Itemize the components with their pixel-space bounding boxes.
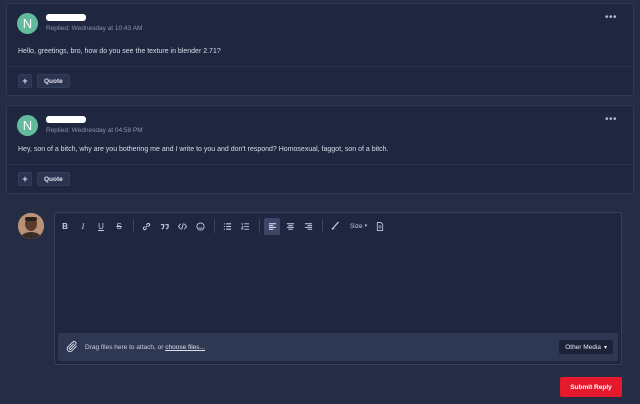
choose-files-link[interactable]: choose files... [165, 344, 205, 351]
code-icon[interactable] [174, 218, 190, 235]
multi-quote-button[interactable]: + [18, 172, 32, 186]
submit-reply-button[interactable]: Submit Reply [560, 377, 622, 397]
post-card: N Replied: Wednesday at 04:58 PM ••• Hey… [6, 105, 634, 194]
avatar[interactable]: N [17, 13, 38, 34]
document-icon[interactable] [372, 218, 388, 235]
caret-down-icon: ▾ [603, 344, 607, 351]
quote-button[interactable]: Quote [37, 74, 70, 88]
other-media-button[interactable]: Other Media ▾ [559, 340, 613, 354]
numbered-list-icon[interactable] [237, 218, 253, 235]
toolbar-separator [133, 219, 134, 233]
italic-button[interactable]: I [75, 218, 91, 235]
underline-button[interactable]: U [93, 218, 109, 235]
post-header: N Replied: Wednesday at 10:43 AM [17, 13, 142, 34]
avatar[interactable]: N [17, 115, 38, 136]
bullet-list-icon[interactable] [219, 218, 235, 235]
divider [7, 66, 633, 67]
multi-quote-button[interactable]: + [18, 74, 32, 88]
divider [7, 164, 633, 165]
align-left-icon[interactable] [264, 217, 280, 235]
post-card: N Replied: Wednesday at 10:43 AM ••• Hel… [6, 3, 634, 96]
other-media-label: Other Media [565, 343, 601, 351]
bold-button[interactable]: B [57, 218, 73, 235]
quote-button[interactable]: Quote [37, 172, 70, 186]
username-redacted[interactable] [46, 14, 86, 21]
font-size-dropdown[interactable]: Size ▾ [345, 218, 372, 235]
post-date: Replied: Wednesday at 10:43 AM [46, 25, 143, 32]
attach-label: Drag files here to attach, or [85, 344, 166, 351]
paperclip-icon [66, 340, 79, 358]
post-meta: Replied: Wednesday at 04:58 PM [46, 116, 143, 134]
post-menu-icon[interactable]: ••• [605, 115, 617, 125]
link-icon[interactable] [138, 218, 154, 235]
attachment-dropzone[interactable]: Drag files here to attach, or choose fil… [58, 333, 618, 361]
toolbar-separator [322, 219, 323, 233]
username-redacted[interactable] [46, 116, 86, 123]
smiley-icon[interactable] [192, 218, 208, 235]
attach-instructions: Drag files here to attach, or choose fil… [85, 344, 205, 351]
quote-icon[interactable] [156, 218, 172, 235]
paint-brush-icon[interactable] [327, 218, 343, 235]
font-size-label: Size [350, 222, 363, 230]
post-meta: Replied: Wednesday at 10:43 AM [46, 14, 142, 32]
align-center-icon[interactable] [282, 218, 298, 235]
post-menu-icon[interactable]: ••• [605, 13, 617, 23]
avatar-photo-icon [18, 213, 44, 239]
post-actions: + Quote [18, 74, 70, 88]
editor-toolbar: B I U S Size ▾ [57, 216, 390, 236]
post-header: N Replied: Wednesday at 04:58 PM [17, 115, 143, 136]
post-body: Hey, son of a bitch, why are you botheri… [18, 146, 389, 153]
align-right-icon[interactable] [300, 218, 316, 235]
strikethrough-button[interactable]: S [111, 218, 127, 235]
post-body: Hello, greetings, bro, how do you see th… [18, 48, 221, 55]
post-actions: + Quote [18, 172, 70, 186]
post-date: Replied: Wednesday at 04:58 PM [46, 127, 143, 134]
toolbar-separator [214, 219, 215, 233]
reply-editor[interactable]: B I U S Size ▾ Drag files here to attach… [54, 212, 622, 365]
user-avatar[interactable] [18, 213, 44, 239]
toolbar-separator [259, 219, 260, 233]
chevron-down-icon: ▾ [364, 223, 368, 229]
